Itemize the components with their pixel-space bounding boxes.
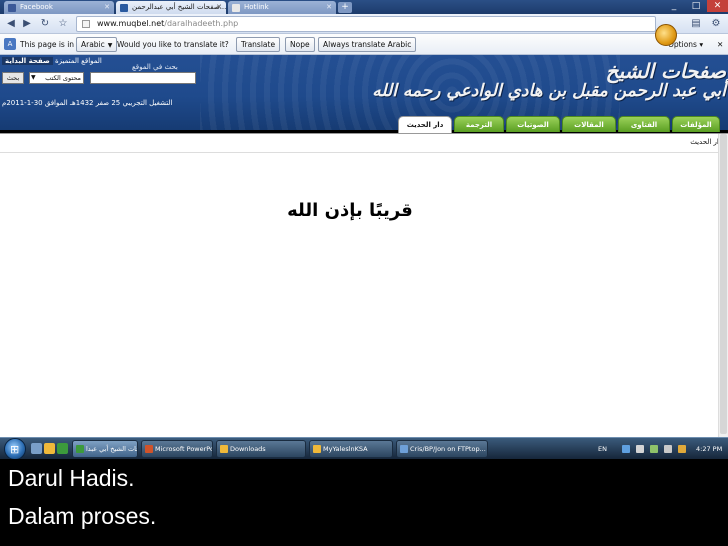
bookmark-star-icon[interactable]: ☆ bbox=[56, 17, 70, 31]
coming-soon-message: قريبًا بإذن الله bbox=[287, 200, 413, 221]
tab-label: Hotlink bbox=[244, 3, 269, 11]
windows-logo-icon: ⊞ bbox=[10, 443, 20, 456]
close-icon[interactable]: ✕ bbox=[717, 34, 723, 55]
close-tab-icon[interactable]: ✕ bbox=[104, 1, 110, 14]
tab-label: Facebook bbox=[20, 3, 53, 11]
link-featured-sites[interactable]: المواقع المتميزة bbox=[55, 57, 102, 65]
slide-captions: Darul Hadis. Dalam proses. bbox=[0, 459, 728, 546]
task-label: Cris/BP/Jon on FTPtop... bbox=[410, 445, 486, 453]
page-icon bbox=[232, 4, 240, 12]
system-tray: EN 4:27 PM bbox=[592, 438, 728, 460]
breadcrumb-divider bbox=[0, 152, 728, 153]
search-label: بحث في الموقع bbox=[132, 63, 178, 71]
start-button[interactable]: ⊞ bbox=[4, 438, 26, 460]
search-scope-value: محتوى الكتب bbox=[45, 74, 81, 82]
close-tab-icon[interactable]: ✕ bbox=[326, 1, 332, 14]
tray-app-icon[interactable] bbox=[650, 445, 658, 453]
tab-articles[interactable]: المقالات bbox=[562, 116, 616, 132]
top-links: المواقع المتميزة صفحة البداية bbox=[2, 57, 102, 65]
scrollbar[interactable] bbox=[718, 134, 728, 437]
chrome-icon[interactable] bbox=[57, 443, 68, 454]
clock[interactable]: 4:27 PM bbox=[696, 438, 722, 460]
close-window-button[interactable]: ✕ bbox=[707, 0, 728, 12]
scrollbar-thumb[interactable] bbox=[720, 134, 727, 434]
site-logo-title: صفحات الشيخ bbox=[605, 59, 726, 83]
task-powerpoint[interactable]: Microsoft PowerPoi... bbox=[141, 440, 213, 458]
tab-label: صفحات الشيخ أبي عبدالرحمن... bbox=[132, 3, 226, 11]
chevron-down-icon: ▼ bbox=[107, 42, 113, 49]
translate-infobar: A This page is in Arabic ▼ Would you like… bbox=[0, 34, 728, 55]
tab-fatwas[interactable]: الفتاوى bbox=[618, 116, 670, 132]
translate-button[interactable]: Translate bbox=[236, 37, 281, 52]
language-select[interactable]: Arabic ▼ bbox=[76, 37, 118, 52]
task-ftp[interactable]: Cris/BP/Jon on FTPtop... bbox=[396, 440, 488, 458]
chrome-icon bbox=[76, 445, 84, 453]
tab-books[interactable]: المؤلفات bbox=[672, 116, 720, 132]
breadcrumb: دار الحديث bbox=[690, 138, 722, 146]
address-path: /daralhadeeth.php bbox=[164, 19, 239, 28]
back-arrow-icon[interactable]: ◀ bbox=[4, 17, 18, 31]
forward-arrow-icon[interactable]: ▶ bbox=[20, 17, 34, 31]
task-label: صفحات الشيخ أبي عبدا... bbox=[86, 445, 137, 453]
chevron-down-icon: ▼ bbox=[31, 74, 36, 81]
address-bar[interactable]: www.muqbel.net/daralhadeeth.php bbox=[76, 16, 656, 32]
tab-biography[interactable]: الترجمة bbox=[454, 116, 504, 132]
tab-audio[interactable]: الصوتيات bbox=[506, 116, 560, 132]
tray-app-icon[interactable] bbox=[636, 445, 644, 453]
site-favicon-icon bbox=[120, 4, 128, 12]
folder-icon[interactable] bbox=[44, 443, 55, 454]
network-icon[interactable] bbox=[622, 445, 630, 453]
show-desktop-icon[interactable] bbox=[31, 443, 42, 454]
close-tab-icon[interactable]: ✕ bbox=[216, 1, 222, 14]
window-icon bbox=[400, 445, 408, 453]
search-button[interactable]: بحث bbox=[2, 72, 24, 84]
moon-logo-icon bbox=[655, 24, 677, 46]
language-indicator[interactable]: EN bbox=[598, 438, 607, 460]
facebook-icon bbox=[8, 4, 16, 12]
powerpoint-icon bbox=[145, 445, 153, 453]
language-value: Arabic bbox=[81, 40, 105, 49]
search-scope-select[interactable]: ▼ محتوى الكتب bbox=[29, 72, 84, 84]
browser-toolbar: ◀ ▶ ↻ ☆ www.muqbel.net/daralhadeeth.php … bbox=[0, 14, 728, 34]
translate-icon: A bbox=[4, 38, 16, 50]
translate-prefix: This page is in bbox=[20, 40, 75, 49]
task-label: MyYaleslnKSA bbox=[323, 445, 368, 453]
nope-button[interactable]: Nope bbox=[285, 37, 315, 52]
windows-taskbar: ⊞ صفحات الشيخ أبي عبدا... Microsoft Powe… bbox=[0, 437, 728, 460]
always-translate-button[interactable]: Always translate Arabic bbox=[318, 37, 417, 52]
task-label: Downloads bbox=[230, 445, 266, 453]
minimize-button[interactable]: _ bbox=[664, 0, 684, 12]
search-input[interactable] bbox=[90, 72, 196, 84]
page-icon bbox=[82, 20, 90, 28]
browser-tab-strip: Facebook ✕ صفحات الشيخ أبي عبدالرحمن... … bbox=[0, 0, 728, 14]
page-menu-icon[interactable]: ▤ bbox=[688, 16, 704, 32]
tray-app-icon[interactable] bbox=[678, 445, 686, 453]
tab-muqbel[interactable]: صفحات الشيخ أبي عبدالرحمن... ✕ bbox=[116, 1, 226, 14]
tab-facebook[interactable]: Facebook ✕ bbox=[4, 1, 114, 14]
tab-dar-al-hadith[interactable]: دار الحديث bbox=[398, 116, 452, 134]
caption-line-2: Dalam proses. bbox=[8, 503, 157, 529]
reload-icon[interactable]: ↻ bbox=[38, 17, 52, 31]
page-content: دار الحديث قريبًا بإذن الله bbox=[0, 134, 728, 437]
new-tab-button[interactable]: + bbox=[338, 2, 352, 13]
task-downloads[interactable]: Downloads bbox=[216, 440, 306, 458]
volume-icon[interactable] bbox=[664, 445, 672, 453]
translate-question: Would you like to translate it? bbox=[117, 40, 229, 49]
address-host: www.muqbel.net bbox=[97, 19, 165, 28]
folder-icon bbox=[220, 445, 228, 453]
maximize-button[interactable]: □ bbox=[686, 0, 706, 12]
caption-line-1: Darul Hadis. bbox=[8, 465, 135, 491]
site-nav: المؤلفات الفتاوى المقالات الصوتيات الترج… bbox=[0, 116, 728, 134]
task-browser[interactable]: صفحات الشيخ أبي عبدا... bbox=[72, 440, 138, 458]
folder-icon bbox=[313, 445, 321, 453]
link-home[interactable]: صفحة البداية bbox=[2, 57, 53, 65]
task-myyales[interactable]: MyYaleslnKSA bbox=[309, 440, 393, 458]
tab-hotlink[interactable]: Hotlink ✕ bbox=[228, 1, 336, 14]
site-logo-subtitle: أبي عبد الرحمن مقبل بن هادي الوادعي رحمه… bbox=[372, 81, 726, 101]
wrench-icon[interactable]: ⚙ bbox=[708, 16, 724, 32]
task-label: Microsoft PowerPoi... bbox=[155, 445, 212, 453]
trial-run-notice: التشغيل التجريبي 25 صفر 1432هـ الموافق 3… bbox=[2, 99, 173, 107]
